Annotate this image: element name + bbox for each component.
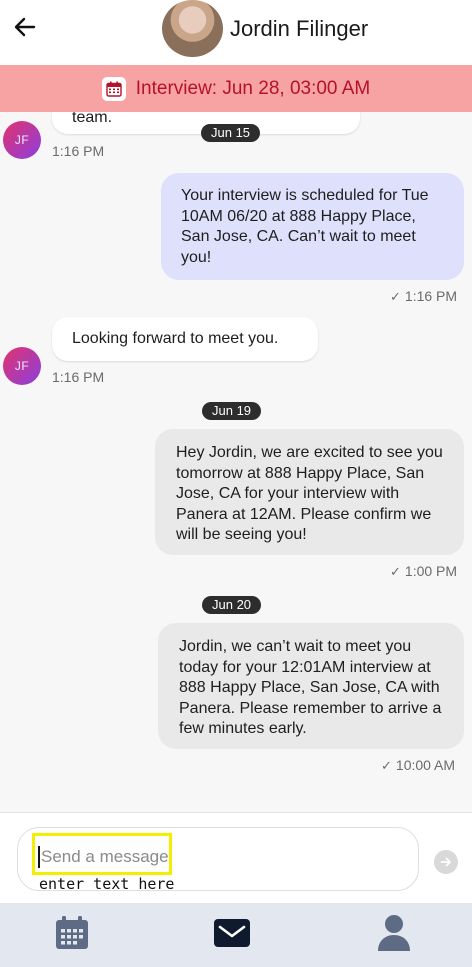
contact-name: Jordin Filinger — [230, 16, 369, 41]
interview-banner-text: Interview: Jun 28, 03:00 AM — [135, 77, 371, 99]
arrow-right-circle-icon — [440, 857, 451, 867]
send-button[interactable] — [434, 850, 458, 874]
message-text: team. — [72, 112, 113, 126]
calendar-icon — [101, 76, 126, 101]
message-text: Hey Jordin, we are excited to see you to… — [176, 444, 443, 543]
envelope-icon — [214, 919, 250, 947]
check-icon: ✓ — [390, 564, 401, 579]
outgoing-message: Hey Jordin, we are excited to see you to… — [155, 429, 464, 555]
bottom-tab-bar — [0, 903, 472, 967]
outgoing-message: Jordin, we can’t wait to meet you today … — [158, 623, 464, 749]
message-time: 1:16 PM — [52, 143, 105, 159]
date-separator: Jun 20 — [202, 596, 262, 614]
message-text: Looking forward to meet you. — [72, 330, 279, 347]
message-input[interactable] — [38, 846, 188, 868]
person-icon — [378, 915, 410, 951]
message-text: Your interview is scheduled for Tue 10AM… — [181, 187, 429, 266]
contact-avatar[interactable] — [162, 0, 223, 57]
message-time: ✓ 1:00 PM — [390, 563, 458, 579]
tab-messages[interactable] — [212, 913, 252, 953]
back-button[interactable] — [10, 12, 40, 42]
date-separator: Jun 19 — [202, 402, 262, 420]
tab-calendar[interactable] — [52, 913, 92, 953]
tab-profile[interactable] — [374, 913, 414, 953]
arrow-left-icon — [14, 17, 36, 37]
input-hint: enter text here — [39, 875, 175, 893]
message-time: 1:16 PM — [52, 369, 105, 385]
chat-header: Jordin Filinger — [0, 0, 472, 64]
message-time: ✓ 1:16 PM — [390, 288, 458, 304]
incoming-message: Looking forward to meet you. — [52, 317, 318, 361]
check-icon: ✓ — [390, 289, 401, 304]
calendar-icon — [56, 916, 88, 949]
check-icon: ✓ — [381, 758, 392, 773]
sender-avatar: JF — [3, 121, 41, 159]
outgoing-message: Your interview is scheduled for Tue 10AM… — [161, 173, 464, 280]
date-separator: Jun 15 — [201, 124, 261, 142]
message-time: ✓ 10:00 AM — [381, 757, 456, 773]
message-list[interactable]: team. JF 1:16 PM Jun 15 Your interview i… — [0, 112, 472, 812]
message-text: Jordin, we can’t wait to meet you today … — [179, 638, 442, 737]
sender-avatar: JF — [3, 347, 41, 385]
interview-banner[interactable]: Interview: Jun 28, 03:00 AM — [0, 65, 472, 112]
